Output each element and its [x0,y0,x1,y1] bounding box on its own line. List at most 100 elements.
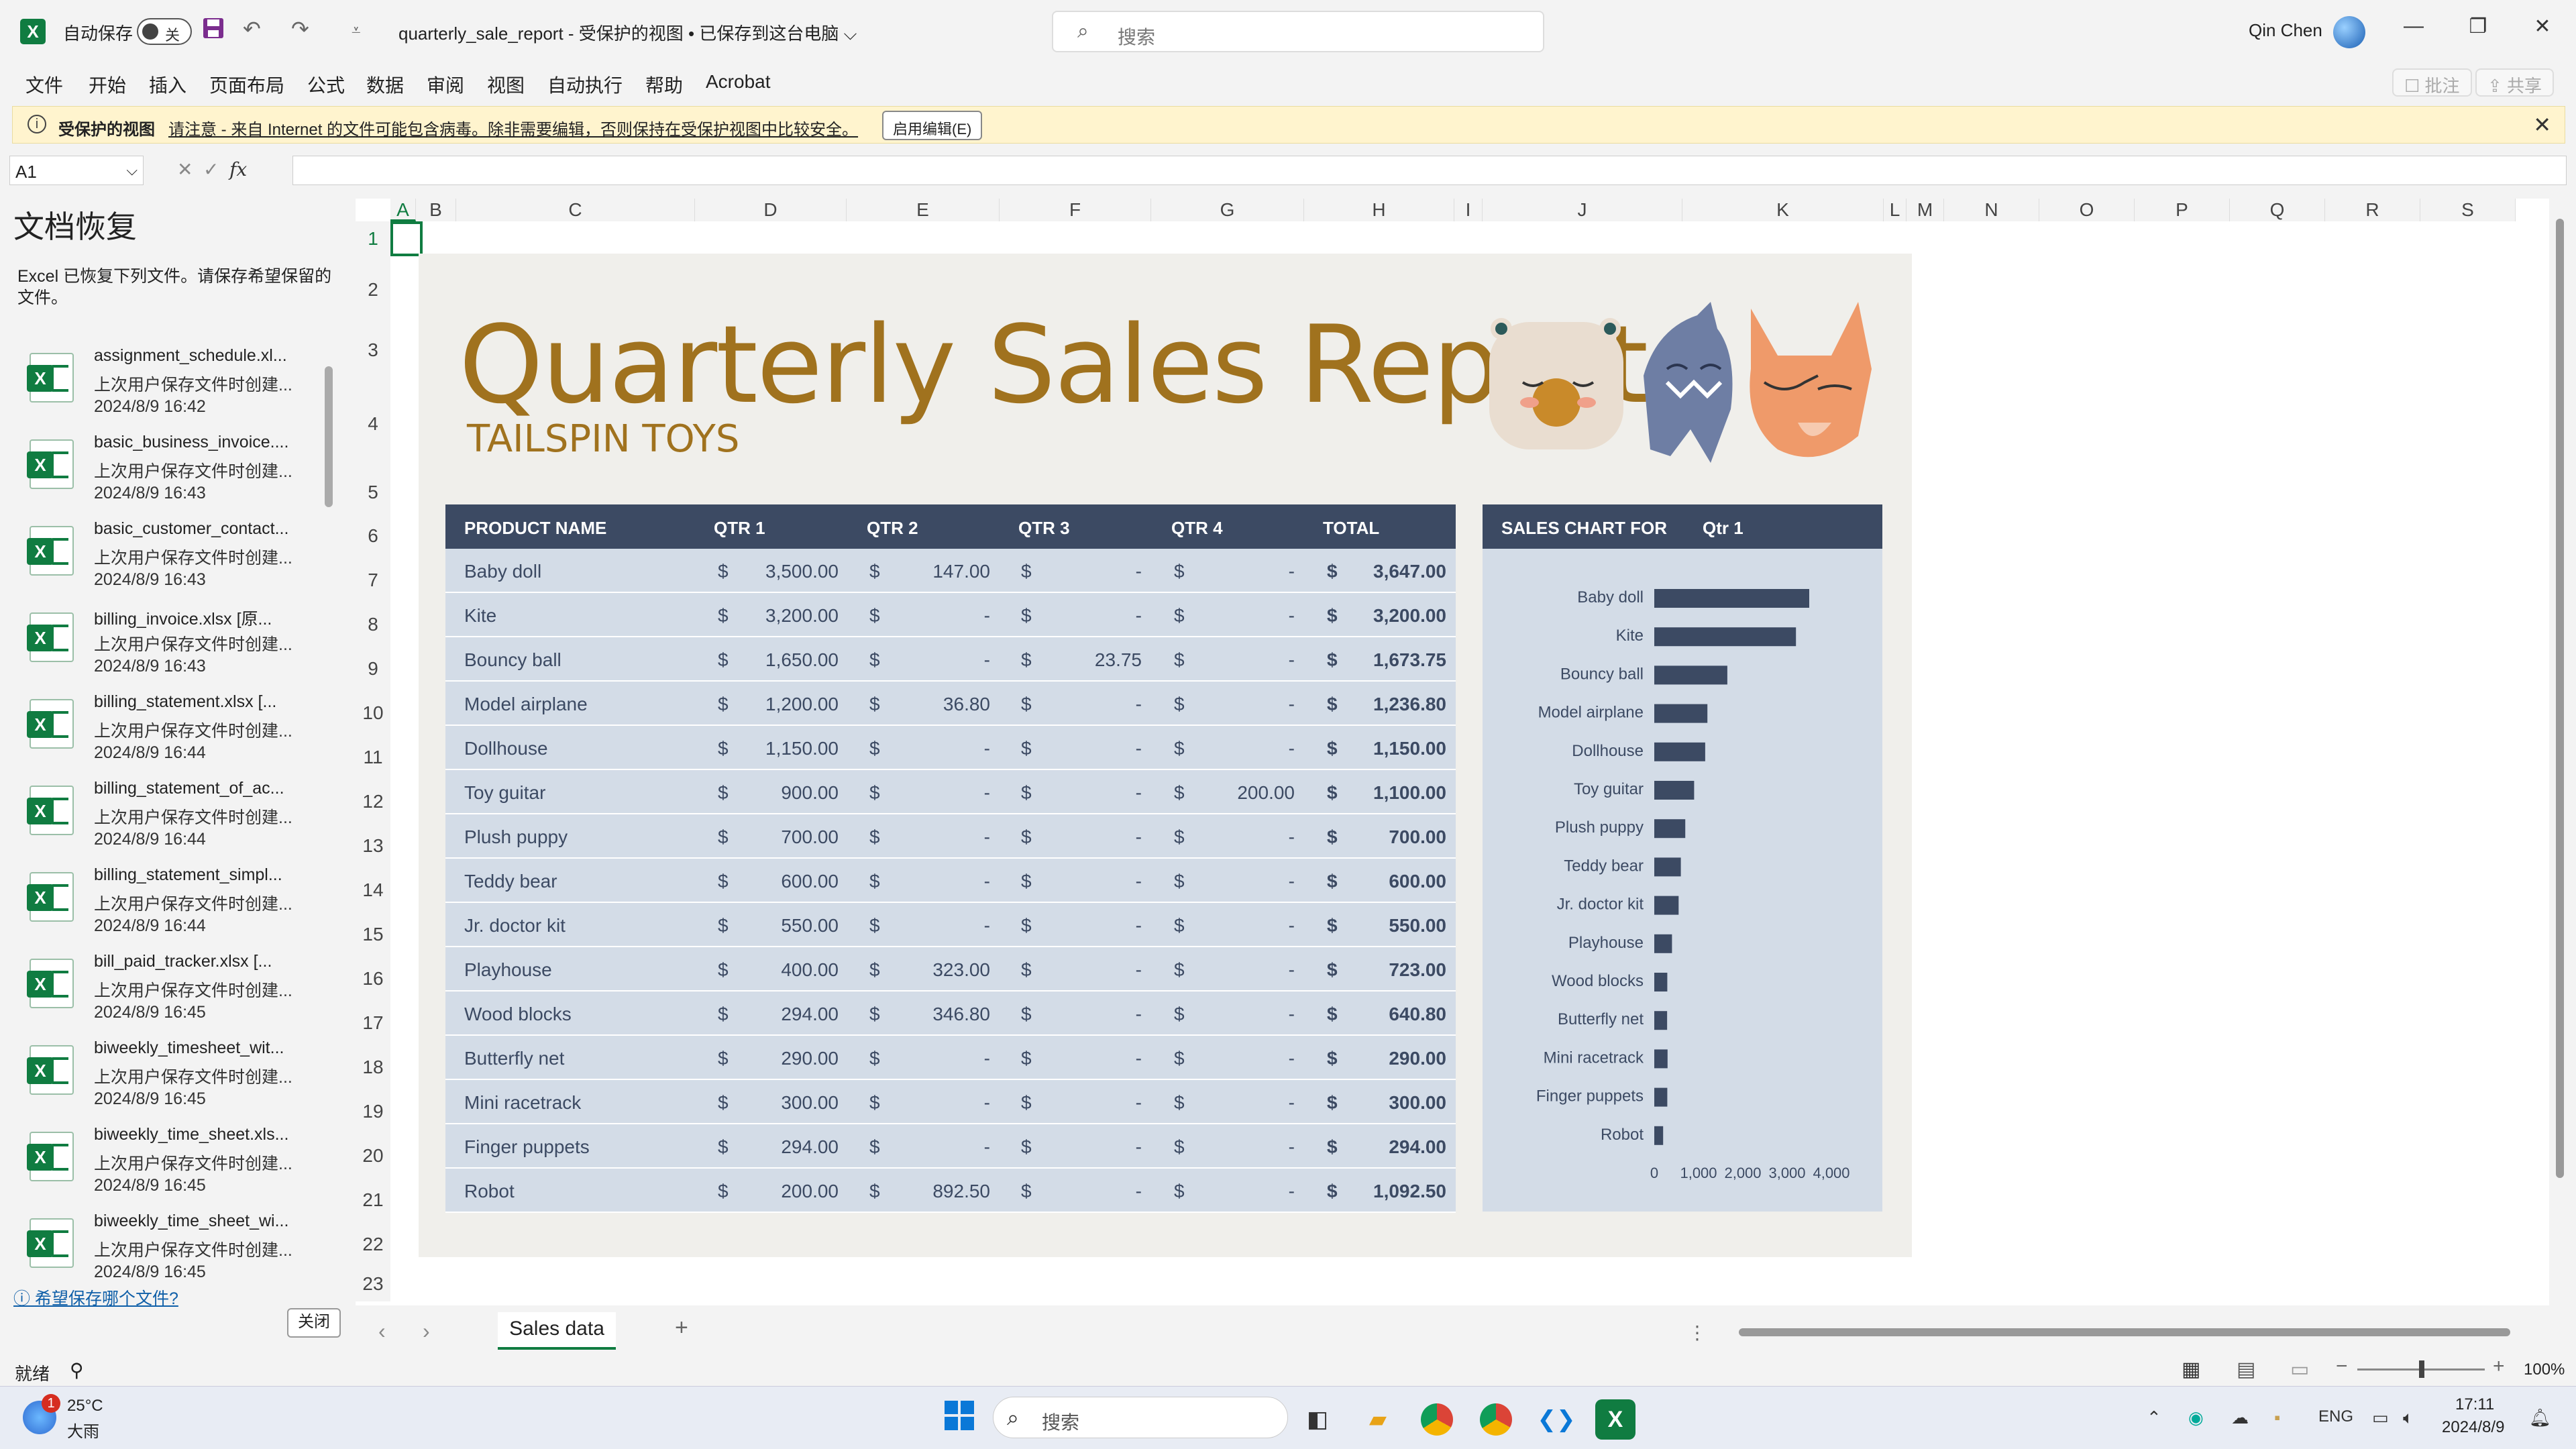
recovery-file-item[interactable]: Xbiweekly_timesheet_wit... 上次用户保存文件时创建...… [0,1038,322,1125]
row-header[interactable]: 3 [356,323,390,377]
recovery-file-item[interactable]: Xbilling_statement.xlsx [... 上次用户保存文件时创建.… [0,692,322,779]
row-header[interactable]: 8 [356,602,390,647]
avatar[interactable] [2333,16,2365,48]
row-header[interactable]: 12 [356,780,390,824]
column-header[interactable]: P [2135,199,2230,221]
excel-taskbar-icon[interactable]: X [1595,1399,1635,1440]
table-row[interactable]: Playhouse $400.00 $323.00 $ - $ - $723.00 [445,947,1456,991]
row-header[interactable]: 11 [356,735,390,780]
vscroll-thumb[interactable] [2556,219,2564,1178]
menu-formulas[interactable]: 公式 [307,71,345,98]
column-header[interactable]: L [1884,199,1907,221]
notification-bell-icon[interactable]: 🔔︎ [2529,1407,2551,1428]
menu-home[interactable]: 开始 [89,71,126,98]
normal-view-icon[interactable]: ▦ [2182,1358,2200,1381]
table-row[interactable]: Baby doll $3,500.00 $147.00 $ - $ - $3,647.00 [445,549,1456,593]
hscroll-thumb[interactable] [1739,1328,2510,1336]
page-layout-icon[interactable]: ▤ [2237,1358,2255,1381]
table-row[interactable]: Robot $200.00 $892.50 $ - $ - $1,092.50 [445,1169,1456,1213]
menu-data[interactable]: 数据 [366,71,404,98]
column-header[interactable]: Q [2230,199,2325,221]
chrome-icon[interactable] [1417,1399,1457,1440]
onedrive-icon[interactable]: ☁ [2231,1407,2249,1428]
next-sheet-icon[interactable]: › [423,1319,430,1344]
clock-date[interactable]: 2024/8/9 [2442,1418,2504,1437]
user-name[interactable]: Qin Chen [2249,20,2322,41]
zoom-slider[interactable] [2357,1360,2485,1378]
table-row[interactable]: Bouncy ball $1,650.00 $ - $23.75 $ - $1,673.75 [445,637,1456,682]
menu-review[interactable]: 审阅 [427,71,464,98]
recovery-file-item[interactable]: Xbilling_statement_simpl... 上次用户保存文件时创建..… [0,865,322,952]
undo-icon[interactable]: ↶ [243,16,261,42]
vscode-icon[interactable]: ❮❯ [1536,1399,1576,1440]
column-header[interactable]: D [695,199,847,221]
accessibility-icon[interactable]: ⚲ [70,1359,84,1381]
clock-time[interactable]: 17:11 [2455,1395,2494,1414]
page-break-icon[interactable]: ▭ [2290,1358,2309,1381]
autosave-toggle[interactable]: 关 [137,18,192,45]
zoom-out-icon[interactable]: − [2336,1355,2348,1378]
share-button[interactable]: ⇪ 共享 [2475,68,2555,97]
row-header[interactable]: 16 [356,957,390,1001]
redo-icon[interactable]: ↷ [291,16,309,42]
network-icon[interactable]: ▭ [2372,1407,2389,1428]
chrome-profile-icon[interactable] [1476,1399,1516,1440]
row-header[interactable]: 1 [356,221,390,256]
column-header[interactable]: O [2039,199,2135,221]
row-header[interactable]: 2 [356,256,390,323]
column-header[interactable]: E [847,199,1000,221]
recovery-scrollbar[interactable] [325,346,333,1265]
recovery-file-item[interactable]: Xbill_paid_tracker.xlsx [... 上次用户保存文件时创建.… [0,952,322,1038]
menu-acrobat[interactable]: Acrobat [706,71,771,93]
column-header[interactable]: K [1682,199,1884,221]
column-header[interactable]: S [2420,199,2516,221]
row-header[interactable]: 20 [356,1134,390,1178]
table-row[interactable]: Model airplane $1,200.00 $36.80 $ - $ - $1,236.… [445,682,1456,726]
task-view-icon[interactable]: ◧ [1297,1399,1338,1440]
name-box[interactable]: A1 ⌵ [9,156,144,185]
column-header[interactable]: A [390,199,416,221]
column-header[interactable]: J [1483,199,1682,221]
file-explorer-icon[interactable]: ▰ [1358,1399,1398,1440]
menu-insert[interactable]: 插入 [149,71,186,98]
row-header[interactable]: 19 [356,1089,390,1134]
scroll-thumb[interactable] [325,366,333,507]
row-header[interactable]: 21 [356,1178,390,1222]
close-recovery-button[interactable]: 关闭 [287,1308,341,1338]
table-row[interactable]: Plush puppy $700.00 $ - $ - $ - $700.00 [445,814,1456,859]
insert-function-icon[interactable]: fx [229,158,247,180]
row-header[interactable]: 9 [356,647,390,691]
table-row[interactable]: Wood blocks $294.00 $346.80 $ - $ - $640.80 [445,991,1456,1036]
column-header[interactable]: R [2325,199,2420,221]
row-header[interactable]: 7 [356,558,390,602]
table-row[interactable]: Jr. doctor kit $550.00 $ - $ - $ - $550.00 [445,903,1456,947]
language-indicator[interactable]: ENG [2318,1407,2353,1426]
column-header[interactable]: G [1151,199,1304,221]
chart-period[interactable]: Qtr 1 [1703,518,1743,539]
zoom-slider-handle[interactable] [2419,1360,2424,1378]
save-icon[interactable] [201,16,225,46]
zoom-in-icon[interactable]: + [2493,1355,2505,1378]
column-header[interactable]: M [1907,199,1944,221]
table-row[interactable]: Toy guitar $900.00 $ - $ - $200.00 $1,100.00 [445,770,1456,814]
column-header[interactable]: H [1304,199,1454,221]
row-header[interactable]: 18 [356,1045,390,1089]
horizontal-scrollbar[interactable] [1719,1327,2544,1338]
sheet-options-icon[interactable]: ⋮ [1688,1322,1707,1344]
recovery-file-item[interactable]: Xbasic_customer_contact... 上次用户保存文件时创建...… [0,519,322,606]
table-row[interactable]: Finger puppets $294.00 $ - $ - $ - $294.00 [445,1124,1456,1169]
row-header[interactable]: 10 [356,691,390,735]
comments-button[interactable]: ☐ 批注 [2392,68,2472,97]
add-sheet-button[interactable]: + [675,1315,688,1341]
menu-help[interactable]: 帮助 [645,71,683,98]
table-row[interactable]: Butterfly net $290.00 $ - $ - $ - $290.00 [445,1036,1456,1080]
zoom-level[interactable]: 100% [2524,1360,2565,1379]
column-header[interactable]: B [416,199,456,221]
table-row[interactable]: Kite $3,200.00 $ - $ - $ - $3,200.00 [445,593,1456,637]
row-header[interactable]: 6 [356,514,390,558]
recovery-file-item[interactable]: Xassignment_schedule.xl... 上次用户保存文件时创建...… [0,346,322,433]
menu-file[interactable]: 文件 [25,71,63,98]
which-file-help-link[interactable]: ⓘ 希望保存哪个文件? [13,1285,178,1309]
tray-overflow-icon[interactable]: ⌃ [2147,1407,2161,1428]
menu-view[interactable]: 视图 [487,71,525,98]
